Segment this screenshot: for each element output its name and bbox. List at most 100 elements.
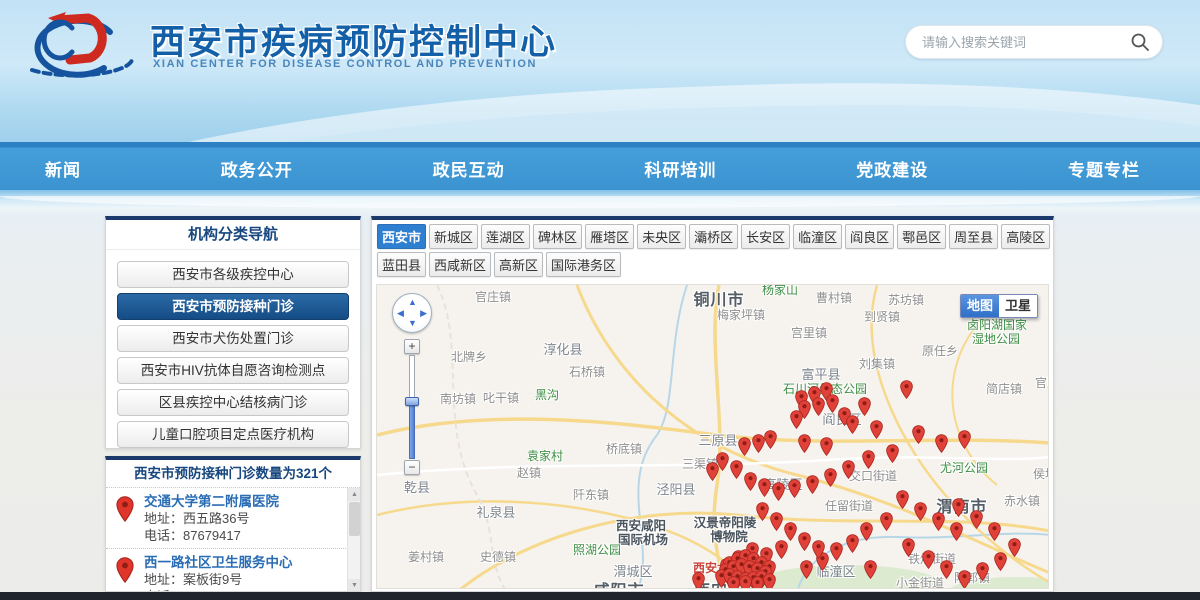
map-marker[interactable] — [934, 434, 948, 454]
map-marker[interactable] — [841, 460, 855, 480]
map-marker[interactable] — [805, 475, 819, 495]
map-marker[interactable] — [811, 397, 825, 417]
map-marker[interactable] — [799, 560, 813, 580]
clinic-name-link[interactable]: 西一路社区卫生服务中心 — [144, 554, 340, 571]
map-marker[interactable] — [885, 444, 899, 464]
pan-up-icon[interactable]: ▲ — [408, 298, 417, 307]
map-marker[interactable] — [869, 420, 883, 440]
map-marker[interactable] — [951, 498, 965, 518]
map-marker[interactable] — [783, 522, 797, 542]
map-marker[interactable] — [763, 430, 777, 450]
district-tab-西咸新区[interactable]: 西咸新区 — [429, 252, 492, 277]
map-marker[interactable] — [737, 437, 751, 457]
pan-right-icon[interactable]: ▶ — [420, 309, 427, 318]
sidebar-item[interactable]: 西安市HIV抗体自愿咨询检测点 — [117, 357, 349, 384]
map-marker[interactable] — [1007, 538, 1021, 558]
map-marker[interactable] — [769, 512, 783, 532]
nav-item-政民互动[interactable]: 政民互动 — [433, 156, 505, 181]
district-tab-西安市[interactable]: 西安市 — [377, 224, 427, 249]
map-marker[interactable] — [829, 542, 843, 562]
map-marker[interactable] — [774, 540, 788, 560]
satellite-view-button[interactable]: 卫星 — [999, 295, 1037, 317]
map-marker[interactable] — [743, 472, 757, 492]
map-marker[interactable] — [797, 434, 811, 454]
district-tab-鄠邑区[interactable]: 鄠邑区 — [897, 224, 947, 249]
nav-item-科研培训[interactable]: 科研培训 — [644, 156, 716, 181]
district-tab-未央区[interactable]: 未央区 — [637, 224, 687, 249]
map-marker[interactable] — [757, 478, 771, 498]
district-tab-阎良区[interactable]: 阎良区 — [845, 224, 895, 249]
map-canvas[interactable]: 官庄镇 铜川市 杨家山 曹村镇 苏坊镇 梅家坪镇 到贤镇 卤阳湖国家 湿地公园 宫里镇 淳化县 北牌乡… — [376, 284, 1049, 589]
map-marker[interactable] — [729, 460, 743, 480]
map-marker[interactable] — [987, 522, 1001, 542]
map-marker[interactable] — [787, 479, 801, 499]
nav-item-新闻[interactable]: 新闻 — [45, 156, 81, 181]
map-marker[interactable] — [771, 482, 785, 502]
map-marker[interactable] — [921, 550, 935, 570]
map-pan-control[interactable]: ▲ ▼ ◀ ▶ — [392, 293, 432, 333]
map-marker[interactable] — [975, 562, 989, 582]
map-marker[interactable] — [823, 468, 837, 488]
scrollbar[interactable]: ▲ ▼ — [347, 488, 360, 591]
district-tab-临潼区[interactable]: 临潼区 — [793, 224, 843, 249]
map-marker[interactable] — [811, 540, 825, 560]
pan-down-icon[interactable]: ▼ — [408, 319, 417, 328]
district-tab-蓝田县[interactable]: 蓝田县 — [377, 252, 427, 277]
map-marker[interactable] — [969, 510, 983, 530]
map-marker[interactable] — [750, 576, 764, 588]
map-marker[interactable] — [931, 512, 945, 532]
map-marker[interactable] — [691, 572, 705, 588]
scroll-up-icon[interactable]: ▲ — [348, 488, 360, 501]
nav-item-党政建设[interactable]: 党政建设 — [856, 156, 928, 181]
clinic-name-link[interactable]: 交通大学第二附属医院 — [144, 493, 340, 510]
district-tab-雁塔区[interactable]: 雁塔区 — [585, 224, 635, 249]
map-marker[interactable] — [861, 450, 875, 470]
district-tab-高陵区[interactable]: 高陵区 — [1001, 224, 1051, 249]
map-marker[interactable] — [911, 425, 925, 445]
district-tab-国际港务区[interactable]: 国际港务区 — [546, 252, 622, 277]
map-marker[interactable] — [819, 437, 833, 457]
map-marker[interactable] — [879, 512, 893, 532]
zoom-in-button[interactable]: + — [404, 339, 420, 354]
map-marker[interactable] — [901, 538, 915, 558]
map-marker[interactable] — [949, 522, 963, 542]
zoom-out-button[interactable]: − — [404, 460, 420, 475]
search-box[interactable] — [905, 25, 1163, 59]
map-marker[interactable] — [845, 415, 859, 435]
map-marker[interactable] — [993, 552, 1007, 572]
nav-item-政务公开[interactable]: 政务公开 — [221, 156, 293, 181]
district-tab-长安区[interactable]: 长安区 — [741, 224, 791, 249]
sidebar-item[interactable]: 儿童口腔项目定点医疗机构 — [117, 421, 349, 448]
map-marker[interactable] — [899, 380, 913, 400]
search-icon[interactable] — [1130, 32, 1150, 52]
map-marker[interactable] — [762, 573, 776, 588]
map-marker[interactable] — [797, 532, 811, 552]
map-marker[interactable] — [939, 560, 953, 580]
map-marker[interactable] — [705, 462, 719, 482]
scrollbar-thumb[interactable] — [349, 502, 360, 536]
zoom-handle[interactable] — [405, 397, 419, 406]
sidebar-item[interactable]: 区县疾控中心结核病门诊 — [117, 389, 349, 416]
district-tab-碑林区[interactable]: 碑林区 — [533, 224, 583, 249]
sidebar-item[interactable]: 西安市预防接种门诊 — [117, 293, 349, 320]
map-marker[interactable] — [957, 570, 971, 588]
map-marker[interactable] — [857, 397, 871, 417]
district-tab-高新区[interactable]: 高新区 — [494, 252, 544, 277]
scroll-down-icon[interactable]: ▼ — [348, 579, 360, 591]
sidebar-item[interactable]: 西安市各级疾控中心 — [117, 261, 349, 288]
district-tab-周至县[interactable]: 周至县 — [949, 224, 999, 249]
map-marker[interactable] — [895, 490, 909, 510]
sidebar-item[interactable]: 西安市犬伤处置门诊 — [117, 325, 349, 352]
search-input[interactable] — [922, 34, 1130, 50]
map-marker[interactable] — [755, 502, 769, 522]
map-marker[interactable] — [859, 522, 873, 542]
map-marker[interactable] — [913, 502, 927, 522]
district-tab-莲湖区[interactable]: 莲湖区 — [481, 224, 531, 249]
map-marker[interactable] — [957, 430, 971, 450]
map-marker[interactable] — [845, 534, 859, 554]
district-tab-新城区[interactable]: 新城区 — [429, 224, 479, 249]
district-tab-灞桥区[interactable]: 灞桥区 — [689, 224, 739, 249]
map-view-button[interactable]: 地图 — [961, 295, 999, 317]
pan-left-icon[interactable]: ◀ — [397, 309, 404, 318]
nav-item-专题专栏[interactable]: 专题专栏 — [1068, 156, 1140, 181]
